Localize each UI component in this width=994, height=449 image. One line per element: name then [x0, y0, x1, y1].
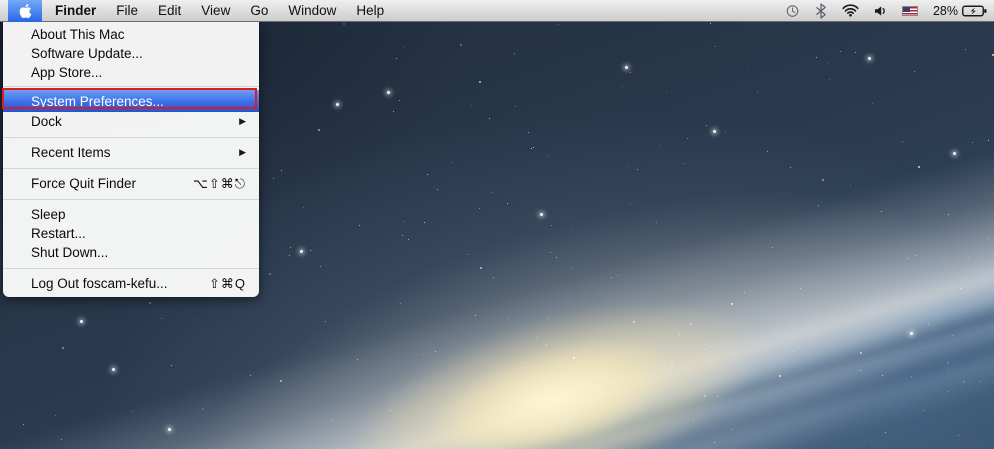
menubar-item-edit[interactable]: Edit — [148, 0, 191, 22]
wifi-icon[interactable] — [842, 4, 859, 17]
menu-separator — [3, 82, 259, 90]
menu-item-dock[interactable]: Dock ▶ — [3, 112, 259, 131]
menubar-item-help[interactable]: Help — [346, 0, 394, 22]
menu-item-recent-items[interactable]: Recent Items ▶ — [3, 143, 259, 162]
submenu-arrow-icon: ▶ — [239, 147, 246, 157]
menubar-item-window[interactable]: Window — [278, 0, 346, 22]
apple-menu: About This Mac Software Update... App St… — [3, 22, 259, 297]
menubar-item-view[interactable]: View — [191, 0, 240, 22]
menu-item-shut-down[interactable]: Shut Down... — [3, 243, 259, 262]
menu-item-software-update[interactable]: Software Update... — [3, 44, 259, 63]
menu-item-label: Software Update... — [31, 46, 143, 61]
menu-separator — [3, 162, 259, 174]
menu-item-label: About This Mac — [31, 27, 125, 42]
menu-item-about-this-mac[interactable]: About This Mac — [3, 25, 259, 44]
menu-item-label: Dock — [31, 114, 62, 129]
menu-item-label: App Store... — [31, 65, 103, 80]
menubar-app-title[interactable]: Finder — [45, 0, 106, 22]
menu-item-force-quit-finder[interactable]: Force Quit Finder ⌥⇧⌘⎋ — [3, 174, 259, 193]
menu-item-label: System Preferences... — [31, 93, 164, 109]
menu-item-label: Recent Items — [31, 145, 111, 160]
menu-separator — [3, 262, 259, 274]
battery-percent: 28% — [932, 3, 958, 18]
time-machine-icon[interactable] — [785, 3, 800, 19]
menu-item-label: Restart... — [31, 226, 86, 241]
apple-menu-button[interactable] — [8, 0, 42, 22]
menu-item-app-store[interactable]: App Store... — [3, 63, 259, 82]
desktop: Finder File Edit View Go Window Help 28%… — [0, 0, 994, 449]
bluetooth-icon[interactable] — [815, 2, 827, 19]
keyboard-shortcut: ⇧⌘Q — [208, 275, 246, 291]
volume-icon[interactable] — [874, 5, 887, 17]
battery-charging-icon — [962, 5, 987, 16]
menu-separator — [3, 131, 259, 143]
submenu-arrow-icon: ▶ — [239, 116, 246, 126]
menu-item-sleep[interactable]: Sleep — [3, 205, 259, 224]
menu-item-label: Log Out foscam-kefu... — [31, 276, 168, 291]
menubar-item-go[interactable]: Go — [240, 0, 278, 22]
menubar-item-file[interactable]: File — [106, 0, 148, 22]
menu-separator — [3, 193, 259, 205]
apple-logo-icon — [19, 3, 31, 18]
menu-item-system-preferences[interactable]: System Preferences... — [3, 90, 259, 112]
menu-item-label: Shut Down... — [31, 245, 109, 260]
keyboard-shortcut: ⌥⇧⌘⎋ — [192, 175, 246, 191]
menu-bar: Finder File Edit View Go Window Help 28% — [0, 0, 994, 22]
battery-status[interactable]: 28% — [933, 4, 987, 18]
menubar-status-area: 28% — [785, 2, 994, 19]
menu-item-label: Sleep — [31, 207, 66, 222]
menu-item-log-out[interactable]: Log Out foscam-kefu... ⇧⌘Q — [3, 274, 259, 293]
menu-item-label: Force Quit Finder — [31, 176, 137, 191]
menu-item-restart[interactable]: Restart... — [3, 224, 259, 243]
us-flag-input-source-icon[interactable] — [901, 5, 918, 16]
